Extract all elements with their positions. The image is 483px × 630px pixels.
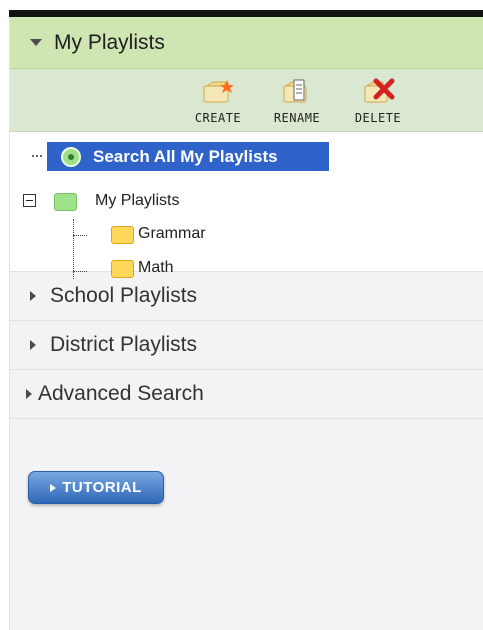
rename-folder-icon (280, 77, 314, 105)
tree-branch-connector (73, 235, 87, 236)
delete-button[interactable]: DELETE (342, 77, 414, 125)
playlists-panel: My Playlists CREATE RENAME DELETE Search… (9, 17, 483, 630)
create-folder-icon (201, 77, 235, 105)
delete-label: DELETE (354, 111, 402, 125)
section-label: District Playlists (50, 333, 198, 356)
expand-triangle-icon (30, 340, 36, 350)
search-all-playlists-item[interactable]: Search All My Playlists (47, 142, 329, 171)
search-all-label: Search All My Playlists (93, 146, 278, 166)
section-label: School Playlists (50, 284, 198, 307)
top-border-bar (9, 10, 483, 17)
folder-icon (111, 226, 134, 244)
playlist-tree: Search All My Playlists My Playlists Gra… (10, 132, 483, 279)
header-title: My Playlists (54, 30, 165, 54)
expand-triangle-icon (30, 39, 42, 46)
tree-root-my-playlists[interactable]: My Playlists (95, 192, 179, 210)
tree-branch-connector (73, 271, 87, 272)
folder-icon (111, 260, 134, 278)
tree-item-grammar[interactable]: Grammar (138, 225, 206, 243)
tutorial-label: TUTORIAL (62, 479, 142, 496)
tree-connector (32, 155, 42, 157)
play-icon (50, 483, 57, 492)
my-playlists-header[interactable]: My Playlists (10, 17, 483, 69)
expand-triangle-icon (26, 389, 32, 399)
section-advanced-search[interactable]: Advanced Search (10, 370, 483, 419)
tutorial-button[interactable]: TUTORIAL (28, 471, 164, 504)
delete-folder-icon (361, 77, 395, 105)
playlist-toolbar: CREATE RENAME DELETE (10, 69, 483, 132)
section-label: Advanced Search (38, 382, 204, 405)
create-label: CREATE (194, 111, 242, 125)
collapse-toggle-icon[interactable] (23, 194, 36, 207)
search-icon (61, 146, 81, 167)
create-button[interactable]: CREATE (182, 77, 254, 125)
expand-triangle-icon (30, 291, 36, 301)
section-school-playlists[interactable]: School Playlists (10, 272, 483, 321)
tree-item-math[interactable]: Math (138, 259, 174, 277)
green-folder-icon (54, 193, 77, 211)
rename-label: RENAME (273, 111, 321, 125)
section-district-playlists[interactable]: District Playlists (10, 321, 483, 370)
tree-vertical-connector (73, 219, 74, 279)
rename-button[interactable]: RENAME (261, 77, 333, 125)
